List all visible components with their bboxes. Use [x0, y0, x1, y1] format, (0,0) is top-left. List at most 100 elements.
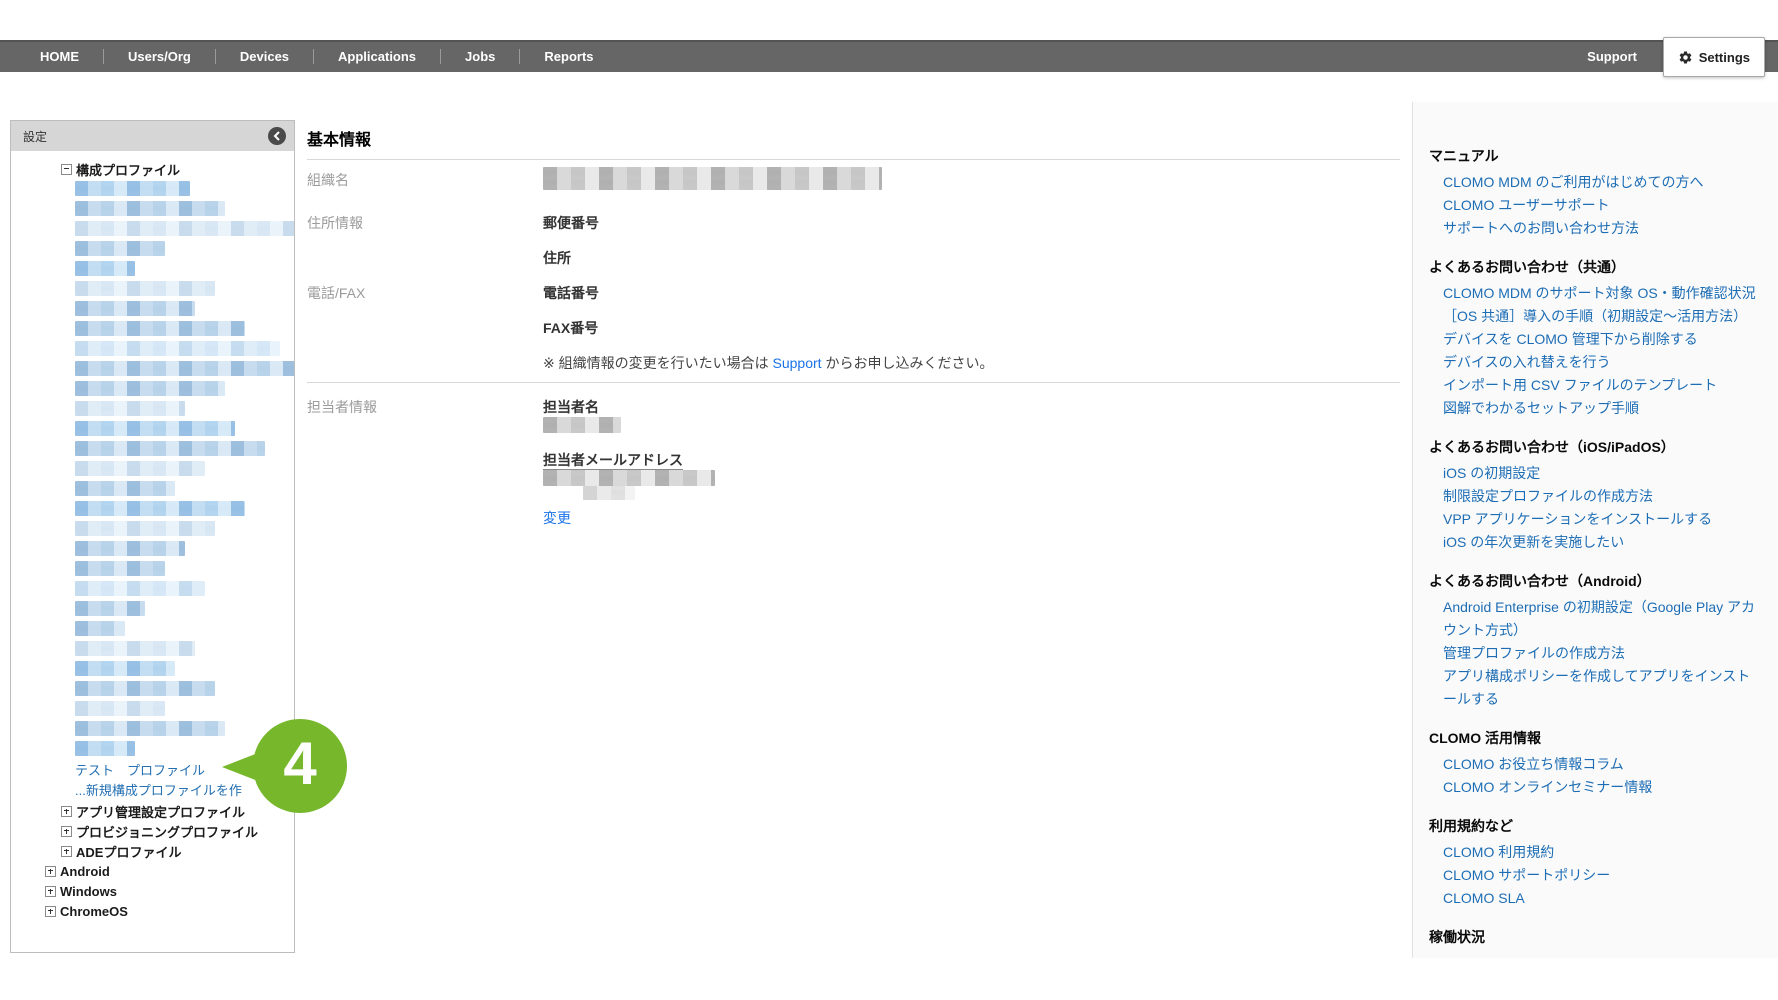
redacted-profile-item[interactable]: [75, 201, 225, 216]
nav-item-reports[interactable]: Reports: [520, 49, 617, 64]
redacted-profile-item[interactable]: [75, 381, 225, 396]
nav-item-devices[interactable]: Devices: [216, 49, 313, 64]
tree-item[interactable]: Windows: [11, 881, 294, 901]
tab-settings[interactable]: Settings: [1663, 37, 1765, 77]
support-link[interactable]: Support: [773, 355, 822, 371]
divider: [307, 382, 1400, 383]
address-label: 住所: [543, 248, 571, 268]
help-link[interactable]: 管理プロファイルの作成方法: [1429, 642, 1762, 665]
redacted-profile-item[interactable]: [75, 361, 294, 376]
expand-icon[interactable]: [45, 906, 56, 917]
redacted-profile-item[interactable]: [75, 461, 205, 476]
help-link[interactable]: iOS の年次更新を実施したい: [1429, 531, 1762, 554]
help-link[interactable]: Android Enterprise の初期設定（Google Play アカウ…: [1429, 596, 1762, 642]
tree-item[interactable]: Android: [11, 861, 294, 881]
redacted-profile-item[interactable]: [75, 481, 175, 496]
redacted-profile-item[interactable]: [75, 601, 145, 616]
redacted-profile-item[interactable]: [75, 261, 135, 276]
expand-icon[interactable]: [61, 826, 72, 837]
redacted-profile-item[interactable]: [75, 581, 205, 596]
nav-item-applications[interactable]: Applications: [314, 49, 440, 64]
help-link[interactable]: CLOMO MDM のサポート対象 OS・動作確認状況: [1429, 282, 1762, 305]
org-change-note: ※ 組織情報の変更を行いたい場合は Support からお申し込みください。: [543, 353, 993, 373]
tree-profile-items: アプリ管理設定プロファイルプロビジョニングプロファイルADEプロファイル: [11, 801, 294, 861]
redacted-profile-item[interactable]: [75, 621, 125, 636]
help-link[interactable]: アプリ構成ポリシーを作成してアプリをインストールする: [1429, 665, 1762, 711]
redacted-profile-item[interactable]: [75, 681, 215, 696]
redacted-profile-item[interactable]: [75, 641, 195, 656]
change-link[interactable]: 変更: [543, 508, 571, 528]
help-link[interactable]: CLOMO STATUS DASHBOARD: [1429, 952, 1762, 958]
tree-item-label: Windows: [60, 884, 117, 899]
fax-number-label: FAX番号: [543, 318, 598, 338]
note-prefix: ※ 組織情報の変更を行いたい場合は: [543, 355, 773, 371]
redacted-profile-item[interactable]: [75, 221, 294, 236]
help-link[interactable]: デバイスの入れ替えを行う: [1429, 351, 1762, 374]
contact-email-redacted-value: [543, 470, 715, 486]
help-link[interactable]: CLOMO オンラインセミナー情報: [1429, 776, 1762, 799]
org-name-label: 組織名: [307, 170, 349, 190]
collapse-icon[interactable]: [61, 164, 72, 175]
help-link[interactable]: iOS の初期設定: [1429, 462, 1762, 485]
help-link[interactable]: CLOMO MDM のご利用がはじめての方へ: [1429, 171, 1762, 194]
redacted-profile-item[interactable]: [75, 341, 280, 356]
tree-item-label: ChromeOS: [60, 904, 128, 919]
redacted-profile-item[interactable]: [75, 561, 165, 576]
help-link[interactable]: 制限設定プロファイルの作成方法: [1429, 485, 1762, 508]
nav-item-home[interactable]: HOME: [16, 49, 103, 64]
tree-item[interactable]: ChromeOS: [11, 901, 294, 921]
phone-fax-section-label: 電話/FAX: [307, 283, 365, 303]
page-title: 基本情報: [307, 126, 371, 150]
redacted-profile-item[interactable]: [75, 501, 245, 516]
redacted-profile-item[interactable]: [75, 441, 265, 456]
help-link[interactable]: サポートへのお問い合わせ方法: [1429, 217, 1762, 240]
expand-icon[interactable]: [45, 866, 56, 877]
redacted-profile-item[interactable]: [75, 401, 185, 416]
tree-item[interactable]: プロビジョニングプロファイル: [11, 821, 294, 841]
redacted-profile-item[interactable]: [75, 701, 165, 716]
help-link[interactable]: インポート用 CSV ファイルのテンプレート: [1429, 374, 1762, 397]
contact-email-redacted-value-2: [583, 486, 635, 500]
nav-item-users-org[interactable]: Users/Org: [104, 49, 215, 64]
tree-item-label: プロビジョニングプロファイル: [76, 822, 258, 841]
help-section-title: よくあるお問い合わせ（共通）: [1429, 257, 1762, 277]
clipped-section-text: [41, 950, 261, 956]
redacted-profile-item[interactable]: [75, 661, 175, 676]
redacted-profile-item[interactable]: [75, 301, 195, 316]
redacted-profile-item[interactable]: [75, 321, 245, 336]
help-link[interactable]: CLOMO SLA: [1429, 887, 1762, 910]
nav-item-support[interactable]: Support: [1587, 40, 1637, 72]
redacted-profile-item[interactable]: [75, 421, 235, 436]
tree-item[interactable]: ADEプロファイル: [11, 841, 294, 861]
expand-icon[interactable]: [61, 806, 72, 817]
help-link[interactable]: CLOMO ユーザーサポート: [1429, 194, 1762, 217]
redacted-profile-item[interactable]: [75, 541, 185, 556]
expand-icon[interactable]: [61, 846, 72, 857]
redacted-profile-item[interactable]: [75, 521, 215, 536]
nav-item-jobs[interactable]: Jobs: [441, 49, 519, 64]
contact-name-redacted-value: [543, 417, 621, 433]
redacted-profile-item[interactable]: [75, 721, 225, 736]
help-link[interactable]: CLOMO 利用規約: [1429, 841, 1762, 864]
help-link[interactable]: CLOMO サポートポリシー: [1429, 864, 1762, 887]
sidebar-collapse-button[interactable]: [268, 127, 286, 145]
expand-icon[interactable]: [45, 886, 56, 897]
tree-item[interactable]: アプリ管理設定プロファイル: [11, 801, 294, 821]
help-link[interactable]: 図解でわかるセットアップ手順: [1429, 397, 1762, 420]
redacted-profile-item[interactable]: [75, 241, 165, 256]
tree-item-label: Android: [60, 864, 110, 879]
help-link[interactable]: VPP アプリケーションをインストールする: [1429, 508, 1762, 531]
help-link[interactable]: デバイスを CLOMO 管理下から削除する: [1429, 328, 1762, 351]
contact-section-label: 担当者情報: [307, 397, 377, 417]
redacted-profile-item[interactable]: [75, 741, 135, 756]
nav-items: HOMEUsers/OrgDevicesApplicationsJobsRepo…: [16, 40, 618, 72]
divider: [307, 159, 1400, 160]
tree-item-config-profile[interactable]: 構成プロファイル: [11, 159, 294, 179]
contact-name-label: 担当者名: [543, 397, 599, 417]
help-link[interactable]: ［OS 共通］導入の手順（初期設定〜活用方法）: [1429, 305, 1762, 328]
help-section-title: CLOMO 活用情報: [1429, 728, 1762, 748]
redacted-profile-item[interactable]: [75, 181, 190, 196]
help-link[interactable]: CLOMO お役立ち情報コラム: [1429, 753, 1762, 776]
redacted-profile-item[interactable]: [75, 281, 215, 296]
org-name-redacted-value: [543, 167, 882, 190]
